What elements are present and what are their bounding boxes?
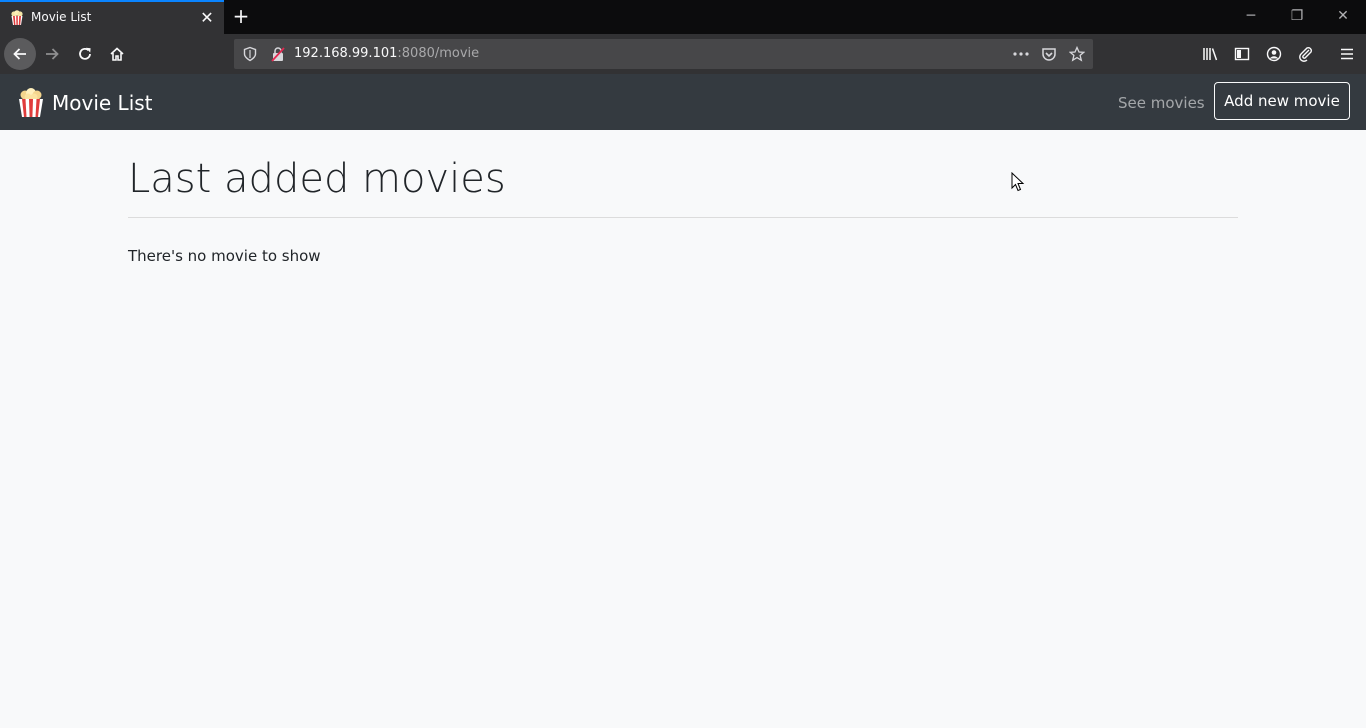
tab-title: Movie List — [31, 10, 92, 24]
account-icon[interactable] — [1266, 46, 1282, 66]
back-arrow-icon — [13, 48, 26, 60]
empty-state-message: There's no movie to show — [128, 247, 321, 265]
tab-movie-list[interactable]: Movie List ✕ — [0, 0, 224, 34]
browser-toolbar: 192.168.99.101:8080/movie — [0, 34, 1366, 74]
reload-button[interactable] — [69, 38, 101, 70]
back-button[interactable] — [4, 38, 36, 70]
title-divider — [128, 217, 1238, 218]
popcorn-icon — [9, 10, 25, 26]
site-navbar: Movie List See movies Add new movie — [0, 74, 1366, 130]
minimize-button[interactable]: ─ — [1228, 0, 1274, 34]
close-window-button[interactable]: ✕ — [1320, 0, 1366, 34]
home-button[interactable] — [101, 38, 133, 70]
insecure-lock-icon[interactable] — [270, 46, 286, 66]
sidebar-icon[interactable] — [1234, 46, 1250, 66]
url-bar[interactable]: 192.168.99.101:8080/movie — [234, 39, 1093, 69]
reload-icon — [79, 47, 91, 60]
forward-button[interactable] — [36, 38, 68, 70]
hamburger-menu-icon[interactable] — [1339, 46, 1355, 66]
new-tab-button[interactable]: + — [230, 5, 252, 27]
library-icon[interactable] — [1202, 46, 1219, 66]
popcorn-logo-icon — [19, 88, 43, 117]
brand-link[interactable]: Movie List — [16, 87, 153, 119]
mouse-cursor-icon — [1011, 172, 1025, 192]
url-path: :8080/movie — [397, 46, 480, 61]
url-host: 192.168.99.101 — [294, 46, 398, 61]
browser-tabbar: Movie List ✕ + ─ ❐ ✕ — [0, 0, 1366, 34]
bookmark-star-icon[interactable] — [1068, 45, 1086, 66]
paperclip-icon[interactable] — [1298, 46, 1314, 66]
home-icon — [110, 47, 124, 61]
page-actions-icon[interactable] — [1012, 46, 1030, 66]
forward-arrow-icon — [46, 48, 59, 60]
url-text[interactable]: 192.168.99.101:8080/movie — [294, 46, 479, 61]
tab-close-icon[interactable]: ✕ — [199, 10, 215, 26]
pocket-icon[interactable] — [1041, 46, 1057, 66]
restore-button[interactable]: ❐ — [1274, 0, 1320, 34]
see-movies-link[interactable]: See movies — [1118, 94, 1205, 112]
add-new-movie-button[interactable]: Add new movie — [1214, 82, 1350, 120]
brand-title: Movie List — [52, 91, 153, 115]
shield-icon[interactable] — [242, 46, 258, 66]
page-title: Last added movies — [128, 156, 506, 202]
